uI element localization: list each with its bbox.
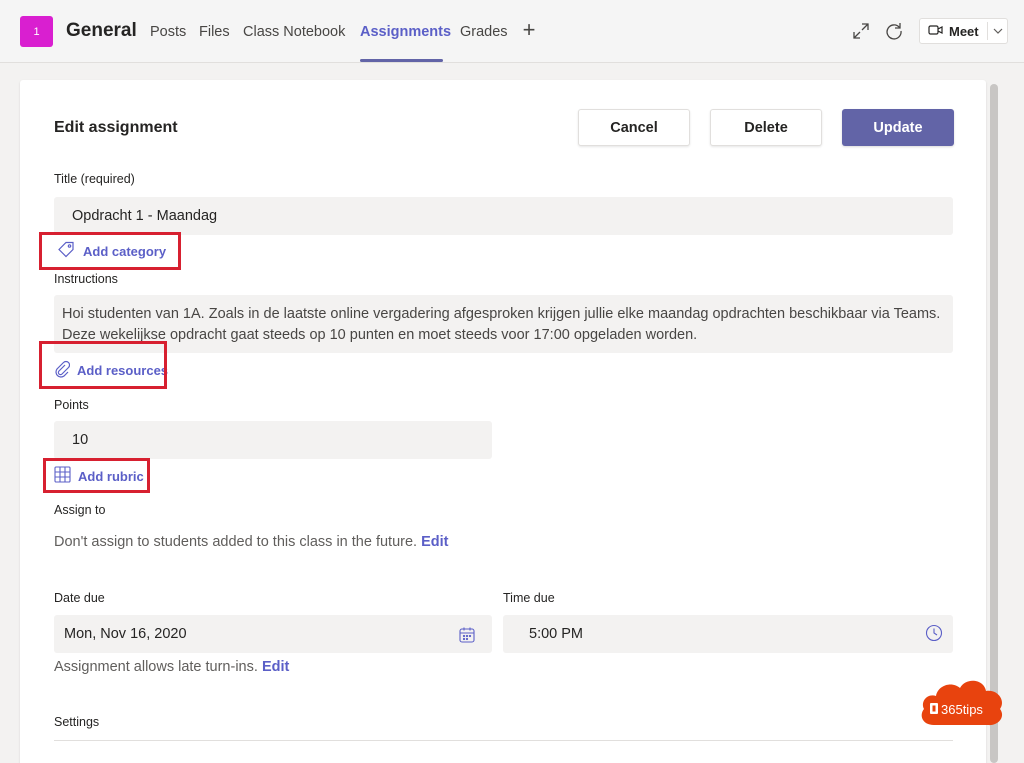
calendar-icon[interactable] <box>458 626 476 644</box>
time-due-label: Time due <box>503 591 555 605</box>
title-label: Title (required) <box>54 172 135 186</box>
date-due-value: Mon, Nov 16, 2020 <box>64 626 187 642</box>
date-due-field[interactable]: Mon, Nov 16, 2020 <box>54 615 492 653</box>
assign-to-description: Don't assign to students added to this c… <box>54 534 418 550</box>
points-label: Points <box>54 398 89 412</box>
logo-text: 365tips <box>941 702 983 717</box>
time-due-value: 5:00 PM <box>529 626 583 642</box>
clock-icon[interactable] <box>925 624 943 642</box>
instructions-field[interactable]: Hoi studenten van 1A. Zoals in de laatst… <box>54 295 953 353</box>
channel-title: General <box>66 20 137 41</box>
late-turnins-description: Assignment allows late turn-ins. <box>54 659 258 675</box>
tab-posts[interactable]: Posts <box>150 24 186 40</box>
page-title: Edit assignment <box>54 119 178 136</box>
highlight-box <box>39 232 181 270</box>
meet-button[interactable]: Meet <box>919 18 1008 44</box>
highlight-box <box>39 341 167 389</box>
delete-button[interactable]: Delete <box>710 109 822 146</box>
video-camera-icon <box>928 23 944 40</box>
points-value: 10 <box>72 432 89 448</box>
active-tab-indicator <box>360 59 443 62</box>
instructions-label: Instructions <box>54 272 118 286</box>
tab-grades[interactable]: Grades <box>460 24 508 40</box>
cancel-button[interactable]: Cancel <box>578 109 690 146</box>
tab-files[interactable]: Files <box>199 24 230 40</box>
points-field[interactable]: 10 <box>54 421 492 459</box>
late-turnins-edit-link[interactable]: Edit <box>262 659 289 675</box>
highlight-box <box>43 458 150 493</box>
add-tab-button[interactable]: + <box>519 18 539 42</box>
time-due-field[interactable]: 5:00 PM <box>503 615 953 653</box>
title-field[interactable]: Opdracht 1 - Maandag <box>54 197 953 235</box>
team-avatar[interactable]: 1 <box>20 16 53 47</box>
title-value: Opdracht 1 - Maandag <box>72 208 218 224</box>
tab-class-notebook[interactable]: Class Notebook <box>243 24 345 40</box>
meet-label: Meet <box>949 23 979 39</box>
refresh-icon[interactable] <box>882 19 906 43</box>
365tips-logo: 365tips <box>918 673 1006 729</box>
assign-to-text: Don't assign to students added to this c… <box>54 534 449 550</box>
assign-to-label: Assign to <box>54 503 106 517</box>
date-due-label: Date due <box>54 591 105 605</box>
channel-header: 1 General Posts Files Class Notebook Ass… <box>0 0 1024 63</box>
settings-label: Settings <box>54 715 100 729</box>
chevron-down-icon[interactable] <box>988 19 1008 43</box>
assign-to-edit-link[interactable]: Edit <box>421 534 448 550</box>
expand-icon[interactable] <box>849 19 873 43</box>
update-button[interactable]: Update <box>842 109 954 146</box>
meet-now-button[interactable]: Meet <box>920 19 988 43</box>
instructions-value: Hoi studenten van 1A. Zoals in de laatst… <box>62 306 941 343</box>
tab-assignments[interactable]: Assignments <box>360 24 451 40</box>
scrollbar[interactable] <box>990 84 998 763</box>
settings-divider <box>54 740 953 741</box>
late-turnins-text: Assignment allows late turn-ins. Edit <box>54 659 289 675</box>
